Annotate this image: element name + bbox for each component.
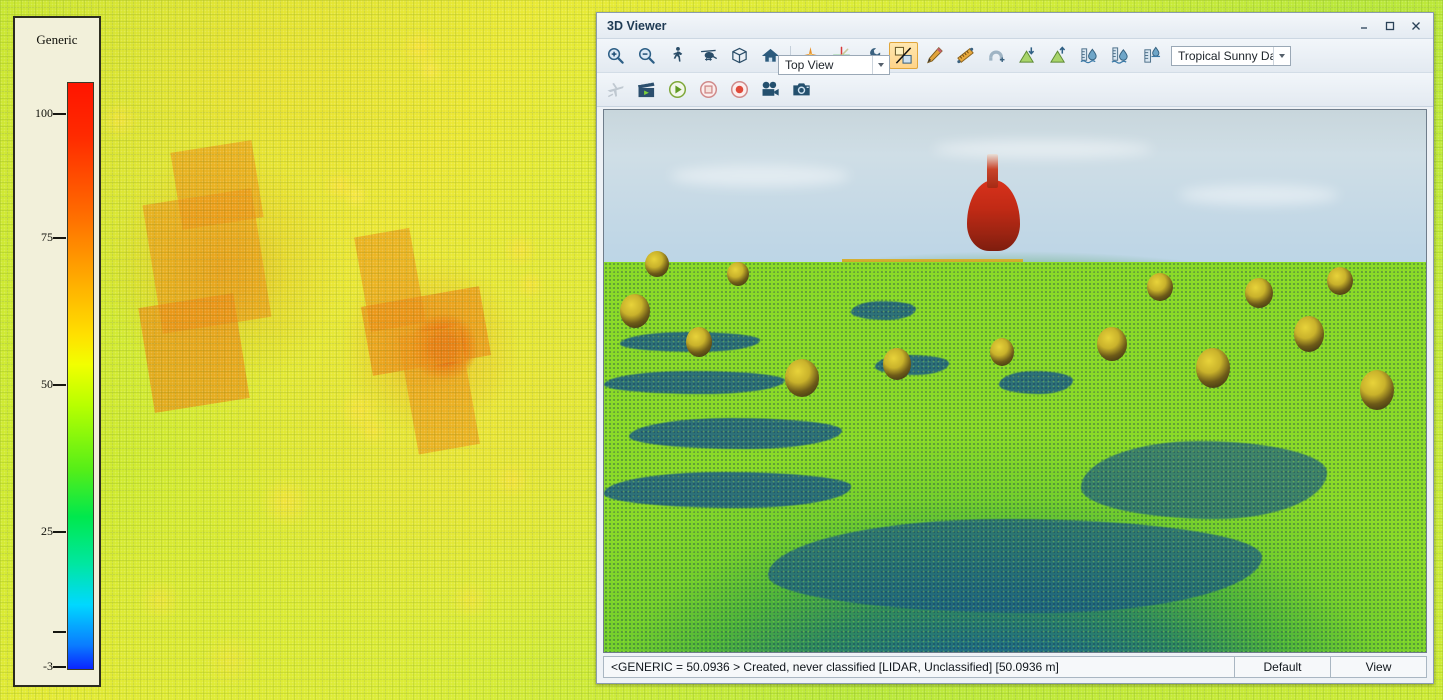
view-select[interactable]: Top View [778, 55, 890, 75]
tree-cluster [990, 338, 1014, 366]
snapshot-button[interactable] [787, 76, 816, 103]
tree-cluster [686, 327, 712, 357]
measure-button[interactable] [951, 42, 980, 69]
toggle-display-button[interactable] [889, 42, 918, 69]
colorbar-tick-label: 100 [15, 106, 53, 121]
colorbar-tick-label: -3 [15, 659, 53, 674]
colorbar-tick-mark [53, 113, 66, 115]
viewer-window[interactable]: 3D Viewer [596, 12, 1434, 684]
close-button[interactable] [1403, 15, 1429, 36]
colorbar-tick-mark [53, 666, 66, 668]
stop-button[interactable] [694, 76, 723, 103]
walk-mode-button[interactable] [663, 42, 692, 69]
window-title: 3D Viewer [607, 19, 1351, 33]
legend-title: Generic [15, 32, 99, 48]
water-gauge-button[interactable] [1137, 42, 1166, 69]
video-camera-button[interactable] [756, 76, 785, 103]
draw-button[interactable] [920, 42, 949, 69]
viewer-titlebar[interactable]: 3D Viewer [597, 13, 1433, 39]
colorbar-tick-mark [53, 631, 66, 633]
status-profile[interactable]: Default [1235, 656, 1331, 678]
point-cloud-viewport[interactable] [603, 109, 1427, 653]
movie-clip-button[interactable] [632, 76, 661, 103]
viewer-toolbar-secondary[interactable] [597, 73, 1433, 107]
colorbar-tick-label: 25 [15, 524, 53, 539]
viewer-toolbar-primary[interactable]: Tropical Sunny Day [597, 39, 1433, 73]
flight-path-button[interactable] [601, 76, 630, 103]
temple-spire [987, 154, 998, 188]
tree-cluster [645, 251, 669, 277]
helicopter-mode-button[interactable] [694, 42, 723, 69]
maximize-button[interactable] [1377, 15, 1403, 36]
water-depth-button[interactable] [1106, 42, 1135, 69]
app-root: Generic 100 75 50 25 -3 3D Viewer [0, 0, 1443, 700]
colorbar-tick-mark [53, 384, 66, 386]
play-button[interactable] [663, 76, 692, 103]
view-select-wrapper: Top View [778, 55, 890, 75]
water-level-button[interactable] [1075, 42, 1104, 69]
zoom-out-button[interactable] [632, 42, 661, 69]
terrain-up-button[interactable] [1044, 42, 1073, 69]
colorbar-tick-mark [53, 237, 66, 239]
colorbar-tick-label: 50 [15, 377, 53, 392]
tree-cluster [785, 359, 819, 397]
chevron-down-icon[interactable] [1273, 47, 1290, 65]
scene-select-value: Tropical Sunny Day [1178, 49, 1273, 63]
snap-add-button[interactable] [982, 42, 1011, 69]
zoom-in-button[interactable] [601, 42, 630, 69]
record-button[interactable] [725, 76, 754, 103]
viewer-statusbar: <GENERIC = 50.0936 > Created, never clas… [603, 656, 1427, 678]
terrain-down-button[interactable] [1013, 42, 1042, 69]
status-mode[interactable]: View [1331, 656, 1427, 678]
tree-cluster [1196, 348, 1230, 388]
tree-cluster [727, 262, 749, 286]
colorbar-tick-label: 75 [15, 230, 53, 245]
tree-cluster [1147, 273, 1173, 301]
minimize-button[interactable] [1351, 15, 1377, 36]
colorbar-legend: Generic 100 75 50 25 -3 [13, 16, 101, 687]
colorbar-gradient [67, 82, 94, 670]
tree-cluster [1097, 327, 1127, 361]
chevron-down-icon[interactable] [872, 56, 889, 74]
status-message: <GENERIC = 50.0936 > Created, never clas… [603, 656, 1235, 678]
colorbar-tick-mark [53, 531, 66, 533]
view-select-value: Top View [785, 58, 872, 72]
bounding-box-button[interactable] [725, 42, 754, 69]
scene-select[interactable]: Tropical Sunny Day [1171, 46, 1291, 66]
tree-cluster [1245, 278, 1273, 308]
